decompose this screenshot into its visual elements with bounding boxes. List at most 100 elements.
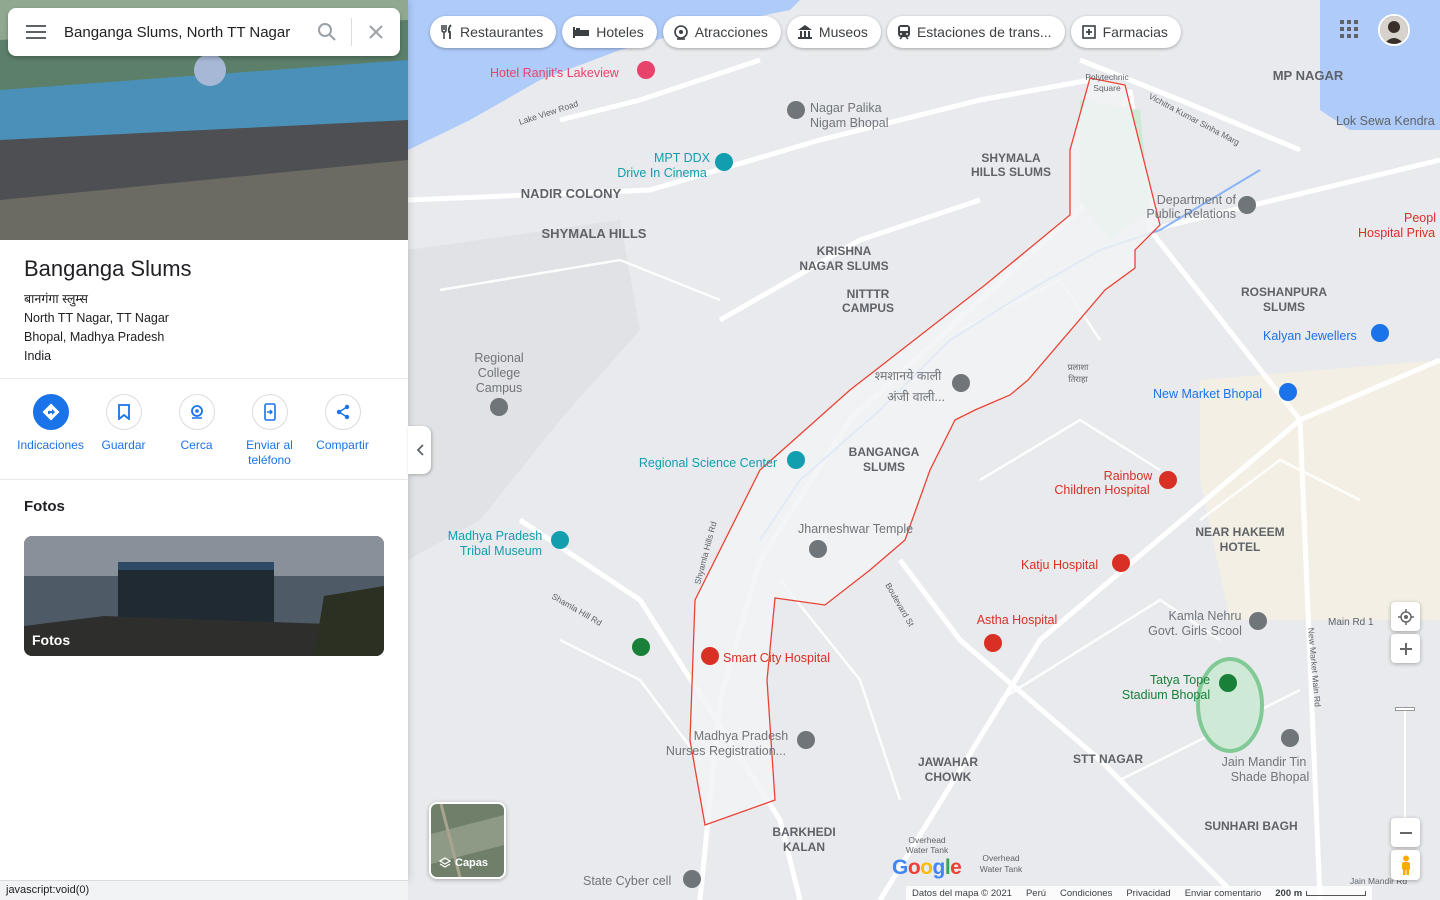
chip-label: Estaciones de trans... bbox=[916, 24, 1052, 40]
chip-attractions[interactable]: Atracciones bbox=[662, 16, 781, 48]
poi-smart-city[interactable]: Smart City Hospital bbox=[723, 651, 830, 665]
poi-jain-mandir[interactable]: Jain Mandir Tin bbox=[1222, 755, 1307, 769]
feedback-link[interactable]: Enviar comentario bbox=[1185, 888, 1262, 899]
minus-icon bbox=[1399, 831, 1412, 834]
map-label-shymala-hills: SHYMALA HILLS bbox=[542, 226, 647, 241]
poi-mp-nurses-2: Nurses Registration... bbox=[666, 744, 786, 758]
search-icon[interactable] bbox=[303, 8, 351, 56]
poi-rainbow-hospital[interactable]: Rainbow bbox=[1104, 469, 1154, 483]
country-link[interactable]: Perú bbox=[1026, 888, 1046, 899]
chip-pharmacies[interactable]: Farmacias bbox=[1070, 16, 1181, 48]
layers-button[interactable]: Capas bbox=[429, 802, 506, 879]
poi-kalyan[interactable]: Kalyan Jewellers bbox=[1263, 329, 1357, 343]
poi-jain-mandir-2: Shade Bhopal bbox=[1231, 770, 1310, 784]
chip-label: Museos bbox=[818, 24, 868, 40]
poi-new-market[interactable]: New Market Bhopal bbox=[1153, 387, 1262, 401]
place-address: बानगंगा स्लुम्स North TT Nagar, TT Nagar… bbox=[24, 290, 169, 366]
poi-mp-nurses[interactable]: Madhya Pradesh bbox=[694, 729, 789, 743]
poi-katju[interactable]: Katju Hospital bbox=[1021, 558, 1098, 572]
poi-science-center[interactable]: Regional Science Center bbox=[639, 456, 777, 470]
zoom-in-button[interactable] bbox=[1391, 634, 1420, 663]
menu-icon[interactable] bbox=[8, 8, 64, 56]
avatar[interactable] bbox=[1378, 14, 1410, 46]
layers-label: Capas bbox=[455, 857, 489, 869]
map-data-credit: Datos del mapa © 2021 bbox=[912, 887, 1012, 899]
bookmark-icon bbox=[105, 394, 142, 430]
poi-mpt-ddx-2: Drive In Cinema bbox=[617, 166, 707, 180]
zoom-slider-track[interactable] bbox=[1404, 710, 1406, 818]
poi-astha[interactable]: Astha Hospital bbox=[977, 613, 1058, 627]
poi-kamla-nehru[interactable]: Kamla Nehru bbox=[1169, 609, 1242, 623]
chip-museums[interactable]: Museos bbox=[786, 16, 881, 48]
map-label-sunhari: SUNHARI BAGH bbox=[1204, 819, 1297, 833]
poi-jharneshwar[interactable]: Jharneshwar Temple bbox=[798, 522, 913, 536]
map-label-banganga: BANGANGA bbox=[849, 445, 920, 459]
poi-kamla-nehru-2: Govt. Girls Scool bbox=[1148, 624, 1242, 638]
map-footer: Datos del mapa © 2021 Perú Condiciones P… bbox=[906, 886, 1373, 900]
poi-kali-temple-2: अंजी वाली... bbox=[887, 389, 945, 404]
poi-regional-college-2: College bbox=[478, 366, 520, 380]
nearby-button[interactable]: Cerca bbox=[160, 394, 233, 468]
transit-icon bbox=[897, 25, 910, 40]
chip-hotels[interactable]: Hoteles bbox=[562, 16, 657, 48]
road-polytechnic: Polytechnic bbox=[1085, 72, 1129, 82]
zoom-out-button[interactable] bbox=[1391, 818, 1420, 847]
poi-tribal-museum-2: Tribal Museum bbox=[460, 544, 542, 558]
map-label-nitttr: NITTTR bbox=[847, 287, 890, 301]
scale-label[interactable]: 200 m bbox=[1275, 888, 1367, 899]
directions-icon bbox=[32, 394, 69, 430]
place-title: Banganga Slums bbox=[24, 256, 192, 281]
zoom-slider-thumb[interactable] bbox=[1395, 707, 1415, 711]
poi-tatya-tope[interactable]: Tatya Tope bbox=[1150, 673, 1210, 687]
close-icon[interactable] bbox=[352, 8, 400, 56]
address-line: Bhopal, Madhya Pradesh bbox=[24, 330, 165, 344]
poi-dept-public-relations[interactable]: Department of bbox=[1157, 193, 1237, 207]
poi-rainbow-hospital-2: Children Hospital bbox=[1054, 483, 1149, 497]
map-label-hakeem-2: HOTEL bbox=[1220, 540, 1261, 554]
terms-link[interactable]: Condiciones bbox=[1060, 888, 1112, 899]
pharmacy-icon bbox=[1081, 25, 1096, 39]
nearby-label: Cerca bbox=[180, 438, 213, 452]
map-label-nitttr-2: CAMPUS bbox=[842, 301, 894, 315]
apps-grid-icon[interactable] bbox=[1338, 18, 1360, 45]
poi-peoples-hospital[interactable]: Peopl bbox=[1404, 211, 1436, 225]
nearby-icon bbox=[178, 394, 215, 430]
poi-peoples-hospital-2: Hospital Priva bbox=[1358, 226, 1435, 240]
poi-nagar-palika[interactable]: Nagar Palika bbox=[810, 101, 882, 115]
poi-ranjit-lakeview[interactable]: Hotel Ranjit's Lakeview bbox=[490, 66, 620, 80]
chip-transit[interactable]: Estaciones de trans... bbox=[886, 16, 1065, 48]
layers-label-wrap: Capas bbox=[439, 857, 488, 869]
privacy-link[interactable]: Privacidad bbox=[1126, 888, 1170, 899]
road-main-rd-1: Main Rd 1 bbox=[1328, 617, 1374, 628]
layers-icon bbox=[439, 857, 451, 868]
map-label-nadir-colony: NADIR COLONY bbox=[521, 186, 622, 201]
map-label-banganga-2: SLUMS bbox=[863, 460, 905, 474]
poi-regional-college[interactable]: Regional bbox=[474, 351, 523, 365]
poi-mpt-ddx[interactable]: MPT DDX bbox=[654, 151, 711, 165]
share-button[interactable]: Compartir bbox=[306, 394, 379, 468]
poi-water-tank-2: Water Tank bbox=[906, 845, 949, 855]
poi-tatya-tope-2: Stadium Bhopal bbox=[1122, 688, 1210, 702]
google-logo: Google bbox=[892, 856, 962, 879]
chip-label: Atracciones bbox=[694, 24, 768, 40]
poi-tribal-museum[interactable]: Madhya Pradesh bbox=[448, 529, 543, 543]
map-label-shymala-hills-slums: SHYMALA bbox=[981, 151, 1041, 165]
search-input[interactable]: Banganga Slums, North TT Nagar bbox=[64, 24, 303, 41]
poi-kali-temple[interactable]: श्मशानये काली bbox=[875, 368, 942, 383]
map-label-jawahar-2: CHOWK bbox=[925, 770, 972, 784]
poi-regional-college-3: Campus bbox=[476, 381, 523, 395]
send-to-phone-button[interactable]: Enviar al teléfono bbox=[233, 394, 306, 468]
chip-restaurants[interactable]: Restaurantes bbox=[430, 16, 557, 48]
share-label: Compartir bbox=[316, 438, 369, 452]
my-location-button[interactable] bbox=[1391, 602, 1420, 631]
photos-tile[interactable]: Fotos bbox=[24, 536, 384, 656]
poi-lok-sewa[interactable]: Lok Sewa Kendra bbox=[1336, 114, 1435, 128]
save-button[interactable]: Guardar bbox=[87, 394, 160, 468]
poi-cyber-cell[interactable]: State Cyber cell bbox=[583, 874, 671, 888]
pegman-button[interactable] bbox=[1391, 850, 1420, 880]
poi-water-tank-b: Overhead bbox=[982, 853, 1020, 863]
chevron-left-icon bbox=[416, 444, 424, 456]
search-box[interactable]: Banganga Slums, North TT Nagar bbox=[8, 8, 400, 56]
collapse-panel-button[interactable] bbox=[408, 426, 431, 474]
directions-button[interactable]: Indicaciones bbox=[14, 394, 87, 468]
